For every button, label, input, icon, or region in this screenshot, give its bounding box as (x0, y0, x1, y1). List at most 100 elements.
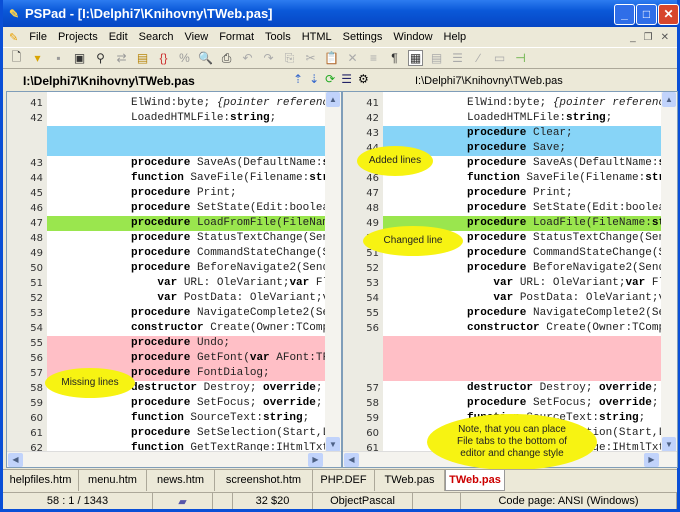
code-line[interactable]: 55procedure NavigateComplete2(Se (343, 306, 663, 321)
code-line[interactable]: 46procedure SetState(Edit:boolea (7, 201, 327, 216)
menu-projects[interactable]: Projects (58, 31, 98, 43)
refresh-icon[interactable]: ⟳ (325, 72, 341, 86)
code-line[interactable]: 42LoadedHTMLFile:string; (343, 111, 663, 126)
code-line-add[interactable] (7, 126, 327, 141)
code-line[interactable]: 41ElWind:byte; {pointer referenc (7, 96, 327, 111)
code-line[interactable]: 54constructor Create(Owner:TComp (7, 321, 327, 336)
tab-tweb-active[interactable]: TWeb.pas (445, 470, 505, 491)
code-line-miss[interactable]: 56procedure GetFont(var AFont:TF (7, 351, 327, 366)
close-button[interactable]: ✕ (658, 4, 679, 25)
code-line[interactable]: 53 var URL: OleVariant;var Fl (343, 276, 663, 291)
code-line-add[interactable]: 43procedure Clear; (343, 126, 663, 141)
code-line-miss[interactable]: 55procedure Undo; (7, 336, 327, 351)
code-line-miss[interactable] (343, 351, 663, 366)
macro-icon[interactable]: ▭ (492, 51, 507, 65)
menu-window[interactable]: Window (393, 31, 432, 43)
code-line[interactable]: 44function SaveFile(Filename:str (7, 171, 327, 186)
minimize-button[interactable]: _ (614, 4, 635, 25)
doc-minimize-button[interactable]: _ (630, 32, 636, 43)
new-file-icon[interactable]: 🗋 (9, 48, 24, 69)
code-line[interactable]: 61procedure SetSelection(Start,L (7, 426, 327, 441)
code-line[interactable]: 49 procedure CommandStateChange(S (7, 246, 327, 261)
paste-icon[interactable]: 📋 (324, 51, 339, 65)
settings-icon[interactable]: ⚙ (358, 72, 375, 86)
code-line[interactable]: 50procedure BeforeNavigate2(Send (7, 261, 327, 276)
menu-edit[interactable]: Edit (109, 31, 128, 43)
code-line[interactable]: 52procedure BeforeNavigate2(Send (343, 261, 663, 276)
pilcrow-icon[interactable]: ¶ (387, 51, 402, 65)
code-line[interactable]: 53procedure NavigateComplete2(Se (7, 306, 327, 321)
left-editor-pane[interactable]: 41ElWind:byte; {pointer referenc42Loaded… (6, 91, 342, 468)
code-line[interactable]: 48procedure StatusTextChange(Sen (7, 231, 327, 246)
menu-settings[interactable]: Settings (343, 31, 383, 43)
code-line[interactable]: 45procedure Print; (7, 186, 327, 201)
code-line[interactable]: 58procedure SetFocus; override; (343, 396, 663, 411)
wrap-icon[interactable]: ≡ (366, 51, 381, 65)
save-icon[interactable]: ▪ (51, 51, 66, 65)
copy-icon[interactable]: ⎘ (282, 51, 297, 66)
bracket-icon[interactable]: {} (156, 51, 171, 65)
pen-icon[interactable]: ∕ (471, 51, 486, 65)
redo-icon[interactable]: ↷ (261, 51, 276, 65)
prev-diff-icon[interactable]: ⇡ (293, 72, 309, 86)
line-text: constructor Create(Owner:TComp (47, 321, 327, 336)
menu-view[interactable]: View (185, 31, 209, 43)
tab-news[interactable]: news.htm (147, 470, 215, 491)
code-line[interactable]: 42LoadedHTMLFile:string; (7, 111, 327, 126)
doc-close-button[interactable]: ✕ (661, 32, 669, 43)
find-in-files-icon[interactable]: ▤ (135, 51, 150, 65)
undo-icon[interactable]: ↶ (240, 51, 255, 65)
menu-help[interactable]: Help (444, 31, 467, 43)
code-line[interactable]: 48procedure SetState(Edit:boolea (343, 201, 663, 216)
maximize-button[interactable]: □ (636, 4, 657, 25)
list-icon[interactable]: ☰ (450, 51, 465, 65)
code-line[interactable]: 60function SourceText:string; (7, 411, 327, 426)
highlighter: ObjectPascal (313, 493, 413, 509)
pin-icon[interactable]: ⊣ (513, 51, 528, 65)
menu-format[interactable]: Format (219, 31, 254, 43)
code-line[interactable]: 57destructor Destroy; override; (343, 381, 663, 396)
left-file-path: I:\Delphi7\Knihovny\TWeb.pas (23, 74, 195, 88)
replace-icon[interactable]: ⇄ (114, 51, 129, 65)
open-file-icon[interactable]: ▾ (30, 51, 45, 65)
code-line[interactable]: 47procedure Print; (343, 186, 663, 201)
sync-scroll-icon[interactable]: ▤ (429, 51, 444, 65)
next-diff-icon[interactable]: ⇣ (309, 72, 325, 86)
code-line-add[interactable] (7, 141, 327, 156)
line-number: 49 (7, 246, 43, 261)
code-line[interactable]: 51 var URL: OleVariant;var Fl (7, 276, 327, 291)
code-line-miss[interactable] (343, 336, 663, 351)
tab-tweb-left[interactable]: TWeb.pas (375, 470, 445, 491)
vertical-scrollbar[interactable]: ▲▼ (325, 92, 341, 452)
split-icon[interactable]: ☰ (341, 72, 358, 86)
code-line[interactable]: 41ElWind:byte; {pointer referenc (343, 96, 663, 111)
code-line[interactable]: 54 var PostData: OleVariant;v (343, 291, 663, 306)
menu-search[interactable]: Search (139, 31, 174, 43)
tab-menu[interactable]: menu.htm (79, 470, 147, 491)
bookmark-icon[interactable]: % (177, 51, 192, 65)
preview-icon[interactable]: 🔍 (198, 51, 213, 65)
doc-restore-button[interactable]: ❐ (644, 32, 653, 43)
tab-screenshot[interactable]: screenshot.htm (215, 470, 313, 491)
save-all-icon[interactable]: ▣ (72, 51, 87, 65)
delete-icon[interactable]: ✕ (345, 51, 360, 65)
line-text: procedure Print; (47, 186, 327, 201)
code-line-miss[interactable] (343, 366, 663, 381)
code-line[interactable]: 59procedure SetFocus; override; (7, 396, 327, 411)
diff-icon[interactable]: ▦ (408, 50, 423, 66)
code-line[interactable]: 56constructor Create(Owner:TComp (343, 321, 663, 336)
print-icon[interactable]: ⎙ (219, 51, 234, 66)
menu-file[interactable]: File (29, 31, 47, 43)
menu-tools[interactable]: Tools (265, 31, 291, 43)
horizontal-scrollbar[interactable]: ◀▶ (7, 451, 341, 467)
code-line[interactable]: 43procedure SaveAs(DefaultName:s (7, 156, 327, 171)
cut-icon[interactable]: ✂ (303, 51, 318, 65)
vertical-scrollbar[interactable]: ▲▼ (661, 92, 677, 452)
tab-helpfiles[interactable]: helpfiles.htm (3, 470, 79, 491)
code-line[interactable]: 52 var PostData: OleVariant;v (7, 291, 327, 306)
line-text: procedure CommandStateChange(S (47, 246, 327, 261)
code-line-chg[interactable]: 47procedure LoadFromFile(FileNam (7, 216, 327, 231)
tab-php-def[interactable]: PHP.DEF (313, 470, 375, 491)
find-icon[interactable]: ⚲ (93, 51, 108, 65)
menu-html[interactable]: HTML (302, 31, 332, 43)
